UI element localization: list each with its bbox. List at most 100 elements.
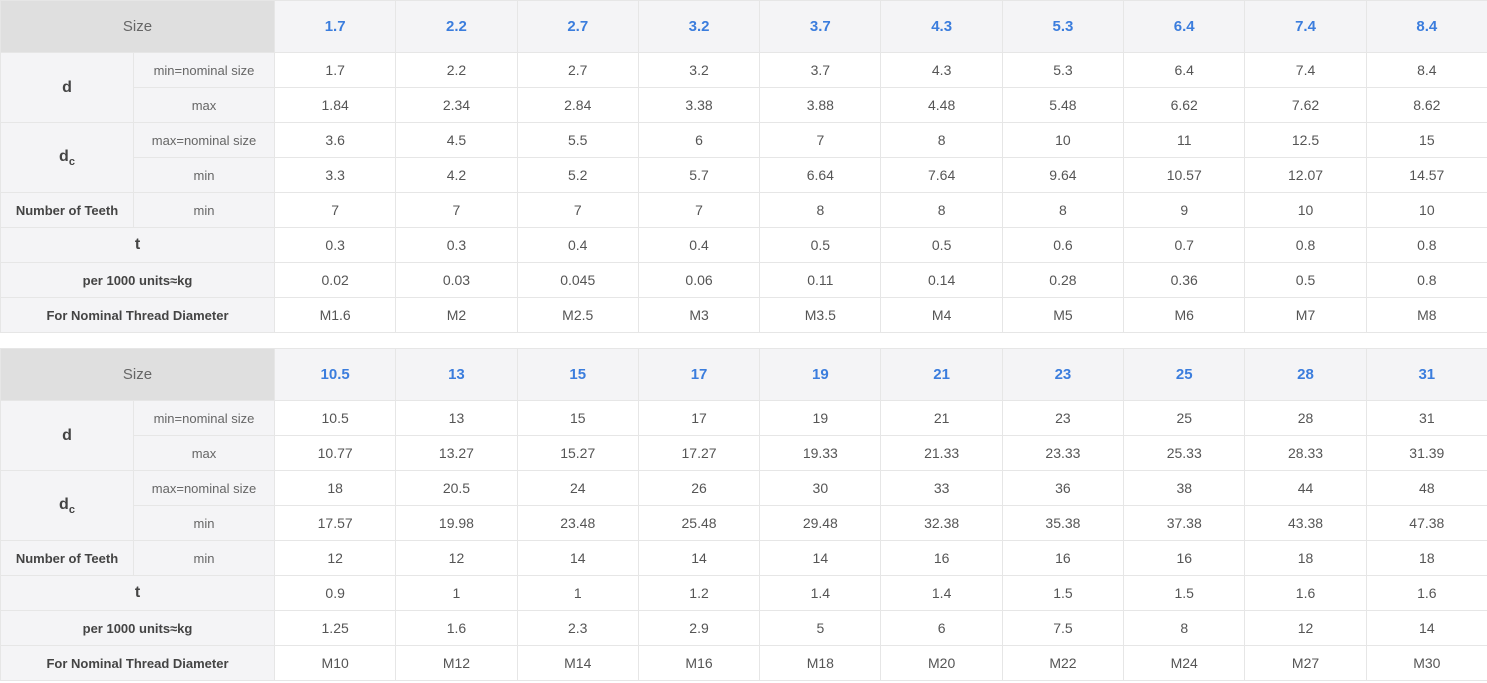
- size-value: 8.4: [1365, 0, 1487, 53]
- table-cell: 21: [880, 400, 1003, 436]
- table-cell: 8: [1123, 610, 1246, 646]
- table-cell: M7: [1244, 297, 1367, 333]
- table-cell: 8: [880, 192, 1003, 228]
- table-cell: 14: [637, 540, 761, 576]
- table-cell: 19: [759, 400, 882, 436]
- sub-label-min-nominal: min=nominal size: [133, 52, 275, 88]
- table-cell: 3.38: [637, 87, 761, 123]
- table-cell: 20.5: [395, 470, 518, 506]
- size-value: 28: [1244, 348, 1367, 401]
- table-cell: 0.4: [637, 227, 761, 263]
- table-cell: M3.5: [759, 297, 882, 333]
- param-t-label: t: [0, 575, 275, 611]
- table-cell: 1.2: [637, 575, 761, 611]
- table-cell: 6: [880, 610, 1003, 646]
- table-cell: 0.3: [395, 227, 518, 263]
- teeth-row: Number of Teeth min 7 7 7 7 8 8 8 9 10 10: [0, 192, 1487, 228]
- table-cell: 0.11: [759, 262, 882, 298]
- size-value: 31: [1365, 348, 1487, 401]
- table-cell: 14.57: [1365, 157, 1487, 193]
- table-cell: 6.4: [1123, 52, 1246, 88]
- table-cell: M5: [1001, 297, 1125, 333]
- table-cell: 7: [759, 122, 882, 158]
- param-dc-label: dc: [0, 470, 134, 541]
- table-cell: 5.2: [516, 157, 639, 193]
- table-cell: M30: [1365, 645, 1487, 681]
- sub-label-min: min: [133, 192, 275, 228]
- table-cell: 8.62: [1365, 87, 1487, 123]
- table-cell: 32.38: [880, 505, 1003, 541]
- table-cell: 7.5: [1001, 610, 1125, 646]
- param-dc-subscript: c: [68, 503, 75, 516]
- table-cell: 9.64: [1001, 157, 1125, 193]
- table-cell: M16: [637, 645, 761, 681]
- table-cell: 36: [1001, 470, 1125, 506]
- table-cell: 5.5: [516, 122, 639, 158]
- table-cell: 0.14: [880, 262, 1003, 298]
- table-cell: 5.48: [1001, 87, 1125, 123]
- table-cell: 7.62: [1244, 87, 1367, 123]
- table-cell: 31: [1365, 400, 1487, 436]
- table-cell: 11: [1123, 122, 1246, 158]
- size-value: 23: [1001, 348, 1125, 401]
- table-cell: 26: [637, 470, 761, 506]
- param-dc-label: dc: [0, 122, 134, 193]
- table-cell: 44: [1244, 470, 1367, 506]
- table-cell: 29.48: [759, 505, 882, 541]
- size-label: Size: [0, 348, 275, 401]
- table-cell: 14: [1365, 610, 1487, 646]
- table-cell: 4.5: [395, 122, 518, 158]
- size-value: 3.2: [637, 0, 761, 53]
- table-cell: M22: [1001, 645, 1125, 681]
- table-cell: 10: [1244, 192, 1367, 228]
- table-cell: 1.6: [395, 610, 518, 646]
- table-cell: 8: [880, 122, 1003, 158]
- dc-max-row: dc max=nominal size 18 20.5 24 26 30 33 36 38 44 48: [0, 470, 1487, 541]
- thread-row: For Nominal Thread Diameter M1.6 M2 M2.5 M3 M…: [0, 297, 1487, 333]
- param-teeth-label: Number of Teeth: [0, 540, 134, 576]
- size-value: 15: [516, 348, 639, 401]
- table-cell: 0.06: [637, 262, 761, 298]
- table-cell: 1: [516, 575, 639, 611]
- sub-label-min: min: [133, 505, 275, 541]
- table-cell: 25: [1123, 400, 1246, 436]
- table-cell: 10.77: [273, 435, 397, 471]
- table-cell: 7: [637, 192, 761, 228]
- table-cell: 0.02: [273, 262, 397, 298]
- param-d-label: d: [0, 400, 134, 471]
- table-cell: 28.33: [1244, 435, 1367, 471]
- table-cell: 7.64: [880, 157, 1003, 193]
- table-cell: 3.88: [759, 87, 882, 123]
- table-cell: 5.3: [1001, 52, 1125, 88]
- table-cell: 23.33: [1001, 435, 1125, 471]
- weight-row: per 1000 units≈kg 0.02 0.03 0.045 0.06 0.11 0.…: [0, 262, 1487, 298]
- param-dc-main: d: [59, 495, 69, 513]
- dc-min-row: min 3.3 4.2 5.2 5.7 6.64 7.64 9.64 10.57 12.07 14.…: [1, 157, 1487, 193]
- table-cell: 0.7: [1123, 227, 1246, 263]
- table-cell: 3.7: [759, 52, 882, 88]
- param-dc-subscript: c: [68, 155, 75, 168]
- param-thread-label: For Nominal Thread Diameter: [0, 297, 275, 333]
- dc-max-row: dc max=nominal size 3.6 4.5 5.5 6 7 8 10 11 12.5 15: [0, 122, 1487, 193]
- table-cell: 17.57: [273, 505, 397, 541]
- table-cell: 10.57: [1123, 157, 1246, 193]
- table-cell: 18: [1244, 540, 1367, 576]
- table-cell: 2.3: [516, 610, 639, 646]
- t-row: t 0.9 1 1 1.2 1.4 1.4 1.5 1.5 1.6 1.6: [0, 575, 1487, 611]
- size-value: 6.4: [1123, 0, 1246, 53]
- table-cell: 0.3: [273, 227, 397, 263]
- table-cell: 0.28: [1001, 262, 1125, 298]
- table-cell: 1.84: [273, 87, 397, 123]
- size-header-row: Size 1.7 2.2 2.7 3.2 3.7 4.3 5.3 6.4 7.4 8.4: [0, 0, 1487, 53]
- table-cell: 31.39: [1365, 435, 1487, 471]
- size-value: 4.3: [880, 0, 1003, 53]
- t-row: t 0.3 0.3 0.4 0.4 0.5 0.5 0.6 0.7 0.8 0.8: [0, 227, 1487, 263]
- table-cell: 12.5: [1244, 122, 1367, 158]
- table-cell: 1.4: [759, 575, 882, 611]
- size-value: 19: [759, 348, 882, 401]
- d-min-row: d min=nominal size 1.7 2.2 2.7 3.2 3.7 4.3 5.3 6.…: [0, 52, 1487, 123]
- table-cell: 1.25: [273, 610, 397, 646]
- table-cell: 12: [395, 540, 518, 576]
- table-cell: 10: [1001, 122, 1125, 158]
- table-cell: 21.33: [880, 435, 1003, 471]
